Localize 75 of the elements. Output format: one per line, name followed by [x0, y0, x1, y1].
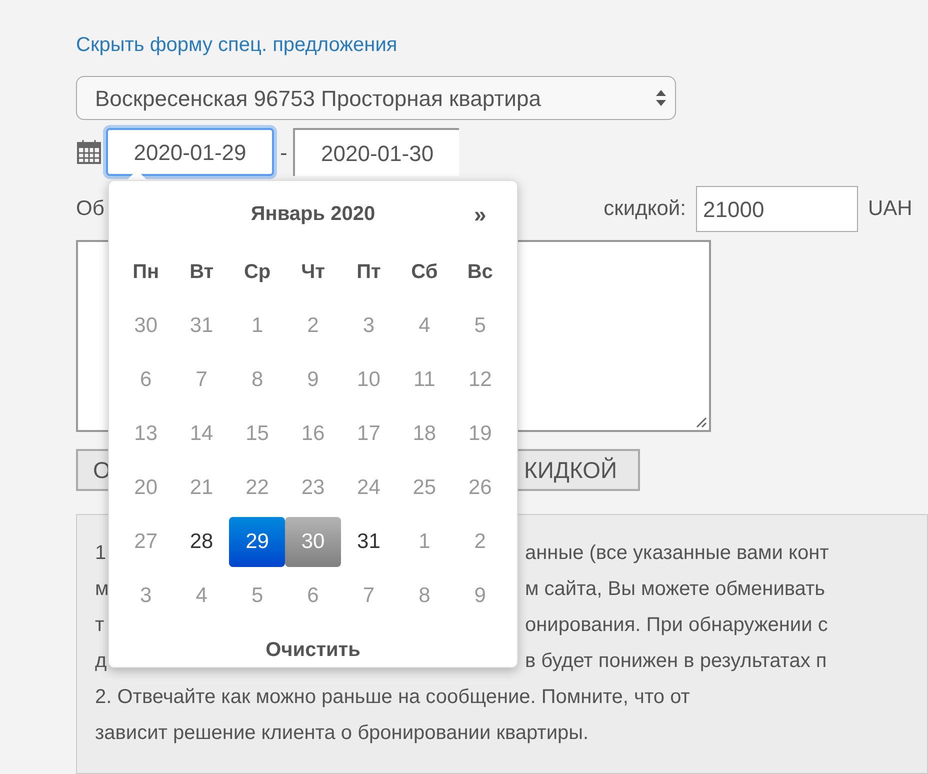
day-cell[interactable]: 7 — [174, 355, 230, 405]
currency-label: UAH — [868, 196, 914, 222]
day-cell[interactable]: 4 — [174, 571, 230, 621]
day-cell[interactable]: 26 — [452, 463, 508, 513]
info-text: м — [95, 578, 109, 600]
info-text: 2. Отвечайте как можно раньше на сообщение. Помните, что от — [95, 685, 690, 710]
weekday-label: Вс — [466, 260, 494, 285]
day-cell[interactable]: 1 — [396, 517, 452, 567]
info-text: т — [95, 614, 104, 636]
price-label: скидкой: — [604, 196, 686, 222]
weekday-label: Сб — [410, 260, 439, 285]
day-cell[interactable]: 24 — [340, 463, 397, 513]
day-cell[interactable]: 18 — [396, 409, 452, 459]
day-cell[interactable]: 5 — [452, 301, 508, 351]
month-title: Январь 2020 — [250, 202, 376, 227]
day-cell[interactable]: 16 — [285, 409, 341, 459]
day-cell[interactable]: 2 — [285, 301, 341, 351]
day-cell[interactable]: 4 — [396, 301, 452, 351]
day-cell[interactable]: 27 — [118, 517, 174, 567]
info-text: зависит решение клиента о бронировании квартиры. — [95, 721, 589, 746]
day-cell[interactable]: 30 — [118, 301, 174, 351]
weekday-label: Пн — [132, 260, 160, 285]
day-cell[interactable]: 22 — [229, 463, 286, 513]
start-date-field[interactable]: 2020-01-29 — [106, 128, 274, 176]
hide-offer-link[interactable]: Скрыть форму спец. предложения — [76, 31, 398, 59]
day-cell[interactable]: 10 — [340, 355, 397, 405]
price-field[interactable]: 21000 — [696, 186, 858, 232]
day-cell[interactable]: 12 — [452, 355, 508, 405]
weekday-label: Чт — [300, 260, 326, 285]
day-cell[interactable]: 8 — [396, 571, 452, 621]
day-cell[interactable]: 3 — [118, 571, 174, 621]
date-separator: - — [280, 138, 288, 166]
day-cell[interactable]: 13 — [118, 409, 174, 459]
info-text: онирования. При обнаружении с — [525, 613, 828, 638]
weekday-label: Пт — [356, 260, 382, 285]
day-cell[interactable]: 28 — [174, 517, 230, 567]
info-text: в будет понижен в результатах п — [525, 649, 827, 674]
end-date-field[interactable]: 2020-01-30 — [293, 128, 460, 176]
day-cell[interactable]: 30 — [285, 517, 341, 567]
day-cell[interactable]: 21 — [174, 463, 230, 513]
info-text: анные (все указанные вами конт — [525, 541, 829, 566]
day-cell[interactable]: 23 — [285, 463, 341, 513]
day-cell[interactable]: 17 — [340, 409, 397, 459]
info-text: д — [95, 650, 107, 672]
day-cell[interactable]: 11 — [396, 355, 452, 405]
weekday-label: Вт — [188, 260, 215, 285]
clear-button[interactable]: Очистить — [266, 635, 360, 665]
day-cell[interactable]: 2 — [452, 517, 508, 567]
day-cell[interactable]: 31 — [174, 301, 230, 351]
day-cell[interactable]: 5 — [229, 571, 286, 621]
day-cell[interactable]: 7 — [340, 571, 397, 621]
day-cell[interactable]: 9 — [285, 355, 341, 405]
day-cell[interactable]: 14 — [174, 409, 230, 459]
price-label: Об — [76, 196, 104, 222]
day-cell[interactable]: 6 — [118, 355, 174, 405]
day-cell[interactable]: 8 — [229, 355, 286, 405]
info-text: 1 — [95, 542, 106, 564]
sort-arrows-icon — [655, 88, 667, 108]
day-cell[interactable]: 31 — [340, 517, 397, 567]
day-cell[interactable]: 6 — [285, 571, 341, 621]
resize-handle-icon — [695, 416, 707, 428]
next-month-button[interactable]: » — [452, 198, 508, 230]
day-cell[interactable]: 25 — [396, 463, 452, 513]
weekday-label: Ср — [242, 260, 272, 285]
info-text: м сайта, Вы можете обменивать — [525, 577, 826, 602]
day-cell[interactable]: 19 — [452, 409, 508, 459]
day-cell[interactable]: 29 — [229, 517, 286, 567]
day-cell[interactable]: 9 — [452, 571, 508, 621]
day-cell[interactable]: 3 — [340, 301, 397, 351]
day-cell[interactable]: 15 — [229, 409, 286, 459]
select-value: Воскресенская 96753 Просторная квартира — [95, 84, 541, 113]
calendar-icon — [76, 139, 102, 165]
day-cell[interactable]: 1 — [229, 301, 286, 351]
listing-select[interactable]: Воскресенская 96753 Просторная квартира — [76, 76, 676, 120]
day-cell[interactable]: 20 — [118, 463, 174, 513]
